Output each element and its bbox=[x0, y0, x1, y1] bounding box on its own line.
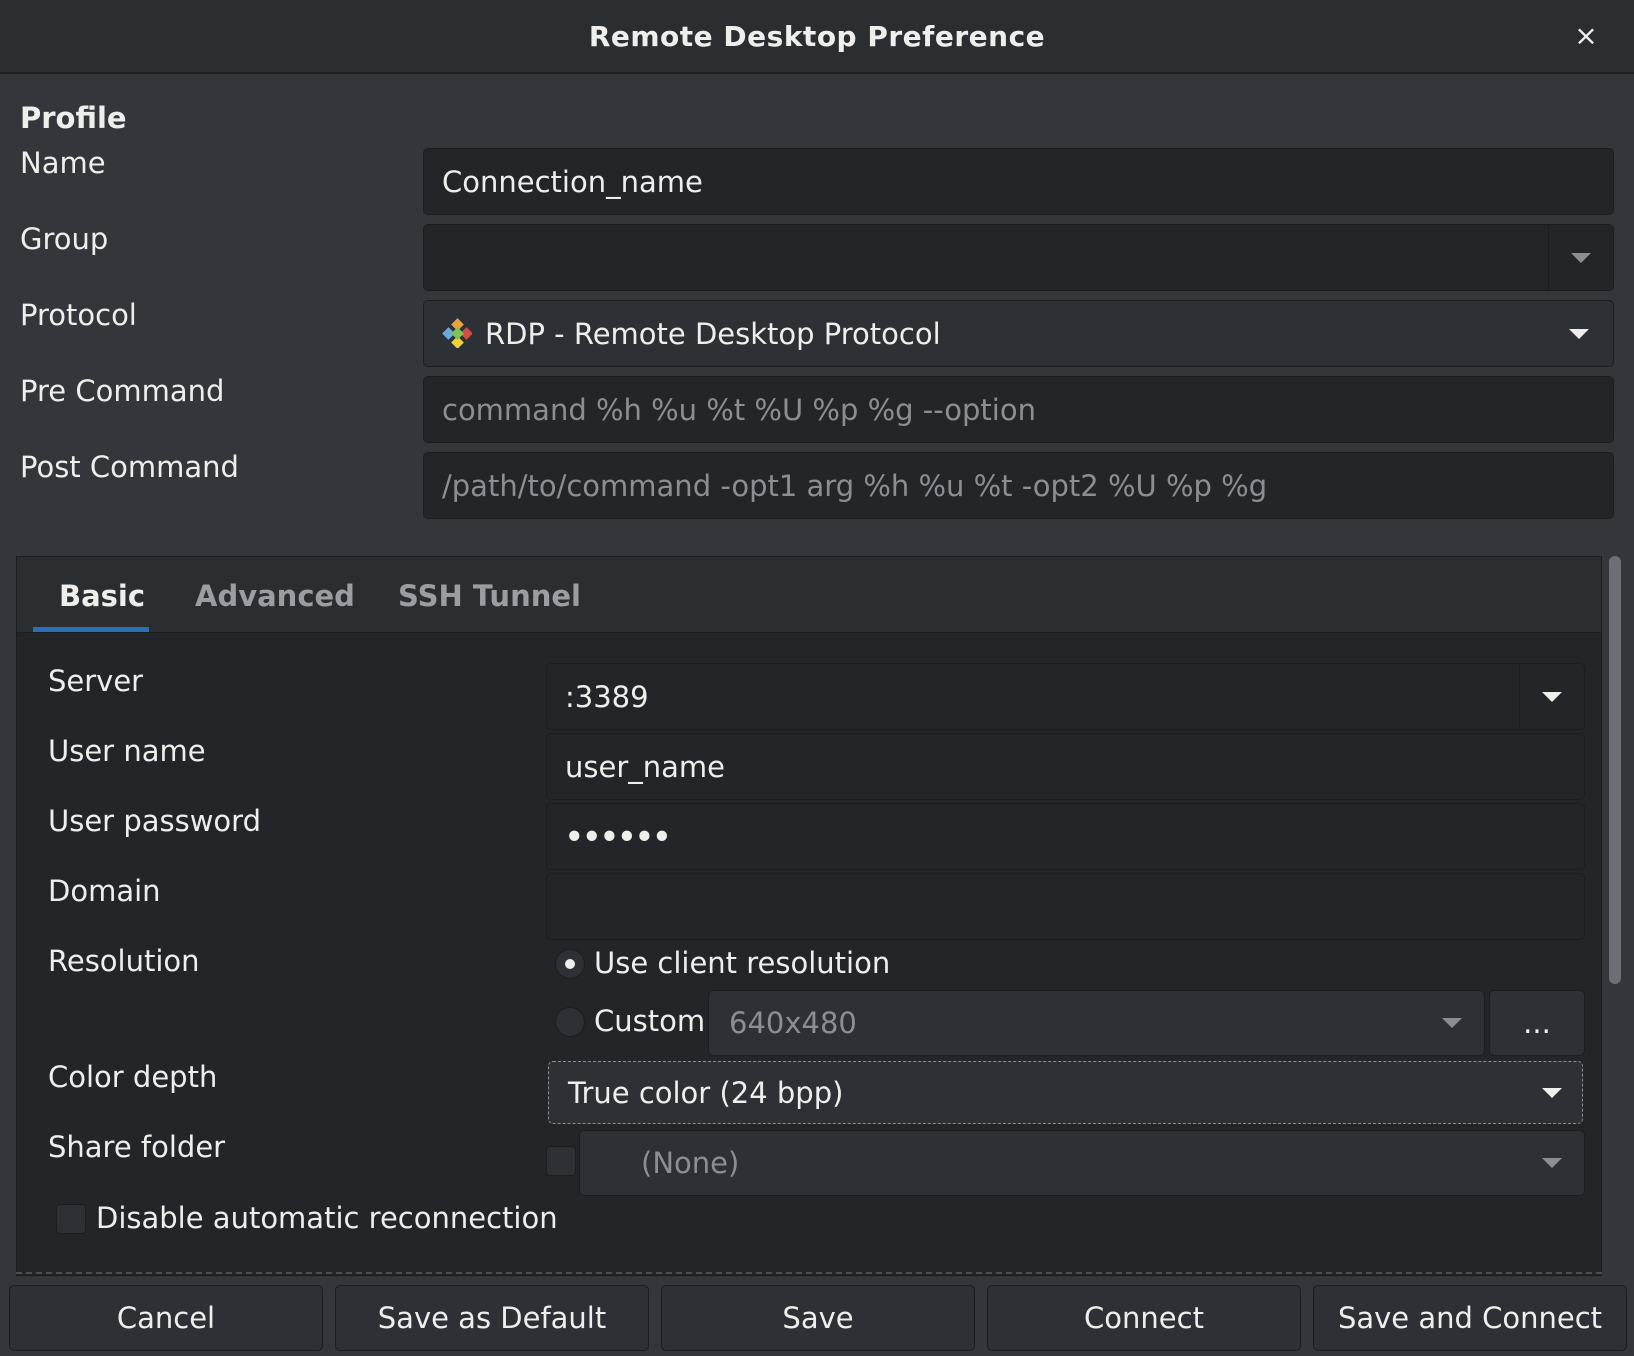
tab-ssh-tunnel[interactable]: SSH Tunnel bbox=[398, 579, 581, 613]
vertical-scrollbar[interactable] bbox=[1609, 556, 1621, 984]
server-value: :3389 bbox=[565, 679, 649, 714]
share-folder-value: (None) bbox=[641, 1146, 740, 1180]
protocol-value: RDP - Remote Desktop Protocol bbox=[485, 316, 941, 351]
custom-resolution-value: 640x480 bbox=[729, 1006, 857, 1040]
save-and-connect-button[interactable]: Save and Connect bbox=[1313, 1285, 1627, 1351]
custom-resolution-label[interactable]: Custom bbox=[594, 1004, 705, 1038]
password-label: User password bbox=[48, 804, 261, 838]
chevron-down-icon bbox=[1542, 1158, 1562, 1168]
pre-command-field[interactable]: command %h %u %t %U %p %g --option bbox=[423, 376, 1614, 443]
title-bar: Remote Desktop Preference × bbox=[0, 0, 1634, 74]
name-label: Name bbox=[20, 146, 106, 180]
disable-reconnect-label[interactable]: Disable automatic reconnection bbox=[96, 1201, 558, 1235]
save-as-default-button[interactable]: Save as Default bbox=[335, 1285, 649, 1351]
share-folder-checkbox[interactable] bbox=[546, 1146, 576, 1176]
protocol-label: Protocol bbox=[20, 298, 137, 332]
share-folder-label: Share folder bbox=[48, 1130, 226, 1164]
tab-advanced[interactable]: Advanced bbox=[195, 579, 355, 613]
domain-field[interactable] bbox=[546, 873, 1585, 940]
chevron-down-icon bbox=[1542, 691, 1562, 702]
username-field[interactable]: user_name bbox=[546, 733, 1585, 800]
resolution-more-button[interactable]: ... bbox=[1489, 990, 1585, 1056]
name-field[interactable]: Connection_name bbox=[423, 148, 1614, 215]
post-command-label: Post Command bbox=[20, 450, 239, 484]
tab-bar: Basic Advanced SSH Tunnel bbox=[17, 557, 1601, 633]
color-depth-label: Color depth bbox=[48, 1060, 218, 1094]
save-button[interactable]: Save bbox=[661, 1285, 975, 1351]
active-tab-indicator bbox=[33, 627, 149, 632]
server-label: Server bbox=[48, 664, 144, 698]
use-client-resolution-radio[interactable] bbox=[555, 949, 585, 979]
server-dropdown-button[interactable] bbox=[1519, 664, 1584, 729]
share-folder-select[interactable]: (None) bbox=[579, 1130, 1585, 1196]
disable-reconnect-checkbox[interactable] bbox=[56, 1204, 86, 1234]
group-label: Group bbox=[20, 222, 109, 256]
window-title: Remote Desktop Preference bbox=[588, 20, 1046, 53]
domain-label: Domain bbox=[48, 874, 161, 908]
rdp-protocol-icon bbox=[442, 318, 472, 348]
connect-button[interactable]: Connect bbox=[987, 1285, 1301, 1351]
post-command-field[interactable]: /path/to/command -opt1 arg %h %u %t -opt… bbox=[423, 452, 1614, 519]
chevron-down-icon bbox=[1569, 328, 1589, 339]
protocol-select[interactable]: RDP - Remote Desktop Protocol bbox=[423, 300, 1614, 367]
password-field[interactable]: •••••• bbox=[546, 803, 1585, 870]
pre-command-label: Pre Command bbox=[20, 374, 225, 408]
username-label: User name bbox=[48, 734, 206, 768]
group-combo[interactable] bbox=[423, 224, 1614, 291]
resolution-label: Resolution bbox=[48, 944, 200, 978]
chevron-down-icon bbox=[1542, 1087, 1562, 1098]
chevron-down-icon bbox=[1571, 252, 1591, 263]
cancel-button[interactable]: Cancel bbox=[9, 1285, 323, 1351]
tab-basic[interactable]: Basic bbox=[59, 579, 145, 613]
group-dropdown-button[interactable] bbox=[1548, 225, 1613, 290]
custom-resolution-radio[interactable] bbox=[555, 1007, 585, 1037]
server-combo[interactable]: :3389 bbox=[546, 663, 1585, 730]
color-depth-select[interactable]: True color (24 bpp) bbox=[548, 1061, 1583, 1124]
profile-section-title: Profile bbox=[20, 101, 127, 135]
chevron-down-icon bbox=[1442, 1018, 1462, 1028]
use-client-resolution-label[interactable]: Use client resolution bbox=[594, 946, 890, 980]
close-icon[interactable]: × bbox=[1568, 18, 1604, 54]
color-depth-value: True color (24 bpp) bbox=[568, 1075, 844, 1110]
content-separator bbox=[16, 1272, 1602, 1274]
custom-resolution-select[interactable]: 640x480 bbox=[708, 990, 1485, 1056]
